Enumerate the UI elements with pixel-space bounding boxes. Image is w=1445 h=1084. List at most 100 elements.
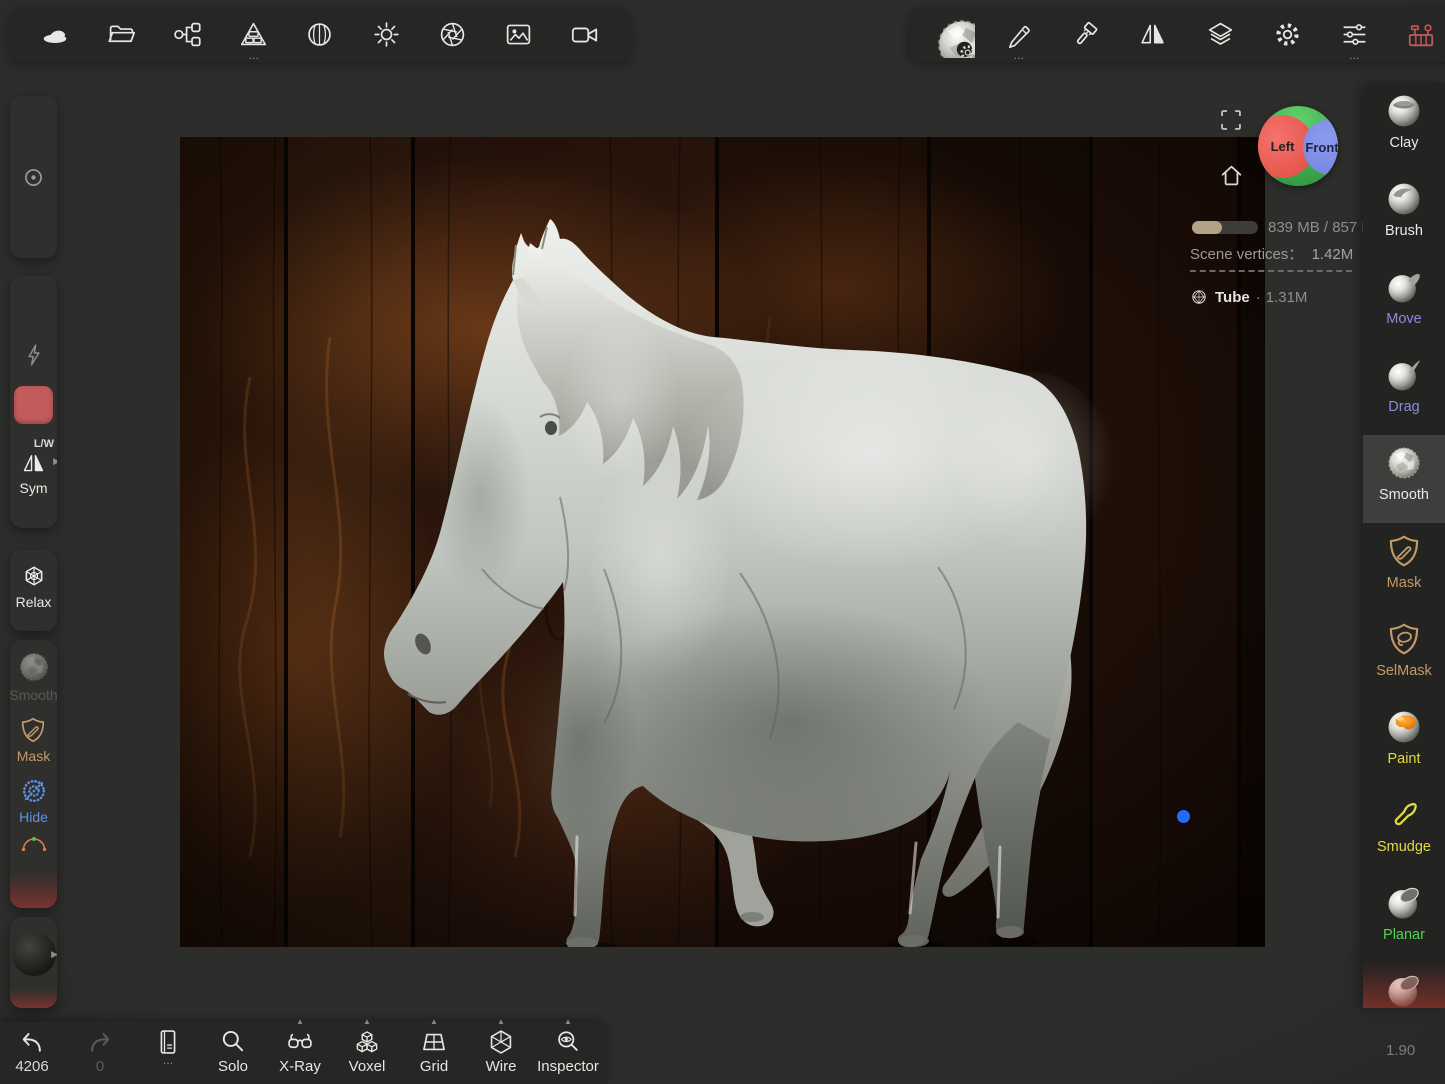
inspector-button[interactable]: ▲ Inspector bbox=[536, 1028, 600, 1075]
orientation-gizmo[interactable]: Left Front bbox=[1258, 106, 1338, 186]
gizmo-front-label: Front bbox=[1305, 140, 1338, 155]
nomad-logo-button[interactable] bbox=[32, 12, 78, 58]
material-button[interactable] bbox=[297, 12, 343, 58]
planar-sphere-icon bbox=[1385, 884, 1423, 922]
relax-tool-panel[interactable]: Relax bbox=[10, 550, 57, 631]
voxel-button[interactable]: ▲ Voxel bbox=[335, 1028, 399, 1075]
object-name: Tube bbox=[1215, 289, 1250, 306]
tool-drag-label: Drag bbox=[1388, 399, 1419, 415]
sliders-icon bbox=[1340, 20, 1369, 49]
history-button[interactable]: … bbox=[136, 1028, 200, 1066]
tool-smooth[interactable]: Smooth bbox=[1363, 435, 1445, 523]
camera-aperture-icon bbox=[438, 20, 467, 49]
tool-paint[interactable]: Paint bbox=[1363, 699, 1445, 787]
quick-mask-label: Mask bbox=[17, 748, 50, 764]
object-vertex-count: 1.31M bbox=[1266, 289, 1308, 306]
material-preview-panel[interactable]: ▶ bbox=[10, 917, 57, 1008]
gizmo-left-label: Left bbox=[1271, 139, 1295, 154]
painting-button[interactable] bbox=[1063, 12, 1109, 58]
wire-button[interactable]: ▲ Wire bbox=[469, 1028, 533, 1075]
gizmo-tool-button-partial[interactable] bbox=[14, 833, 54, 851]
horse-model bbox=[180, 137, 1265, 947]
scene-vertices-value: 1.42M bbox=[1312, 246, 1354, 263]
undo-icon bbox=[18, 1028, 46, 1056]
quick-mask-button[interactable]: Mask bbox=[17, 715, 50, 764]
xray-label: X-Ray bbox=[279, 1058, 321, 1075]
stroke-settings-button[interactable]: … bbox=[996, 12, 1042, 58]
more-dots: … bbox=[248, 52, 259, 60]
material-sphere-preview[interactable] bbox=[12, 932, 56, 976]
tool-selmask[interactable]: SelMask bbox=[1363, 611, 1445, 699]
object-row-tube[interactable]: Tube · 1.31M bbox=[1190, 288, 1307, 306]
main-toolbar-left: … bbox=[8, 7, 632, 62]
tool-planar-label: Planar bbox=[1383, 927, 1425, 943]
quick-smooth-label: Smooth bbox=[10, 687, 57, 703]
active-tool-preview-button[interactable] bbox=[929, 12, 975, 58]
intensity-bolt-icon bbox=[21, 342, 47, 368]
sym-label: Sym bbox=[10, 480, 57, 496]
sculpt-viewport-canvas[interactable] bbox=[180, 137, 1265, 947]
topology-button[interactable]: … bbox=[231, 12, 277, 58]
notebook-icon bbox=[154, 1028, 182, 1056]
bottom-toolbar: 4206 0 … Solo ▲ X-Ray ▲ Voxel ▲ Grid bbox=[0, 1022, 608, 1084]
background-button[interactable] bbox=[496, 12, 542, 58]
tool-move[interactable]: Move bbox=[1363, 259, 1445, 347]
caret-up-icon: ▲ bbox=[363, 1017, 371, 1026]
hide-dots-icon bbox=[19, 776, 49, 806]
redo-button[interactable]: 0 bbox=[68, 1028, 132, 1075]
grid-button[interactable]: ▲ Grid bbox=[402, 1028, 466, 1075]
redo-icon bbox=[86, 1028, 114, 1056]
xray-glasses-icon bbox=[286, 1028, 314, 1056]
postprocess-button[interactable] bbox=[429, 12, 475, 58]
tool-paint-label: Paint bbox=[1387, 751, 1420, 767]
zoom-level-indicator: 1.90 bbox=[1386, 1042, 1415, 1059]
camera-button[interactable] bbox=[562, 12, 608, 58]
material-expand-arrow[interactable]: ▶ bbox=[51, 949, 57, 960]
quick-hide-label: Hide bbox=[19, 809, 49, 825]
radius-slider-panel[interactable] bbox=[10, 96, 57, 258]
tool-mask-label: Mask bbox=[1387, 575, 1422, 591]
gear-icon bbox=[1273, 20, 1302, 49]
more-dots: … bbox=[163, 1056, 174, 1066]
xray-button[interactable]: ▲ X-Ray bbox=[268, 1028, 332, 1075]
debug-toolbox-button[interactable] bbox=[1398, 12, 1444, 58]
interface-button[interactable]: … bbox=[1331, 12, 1377, 58]
symmetry-group[interactable]: L/W ▶ Sym bbox=[10, 438, 57, 496]
tool-brush[interactable]: Brush bbox=[1363, 171, 1445, 259]
tool-move-label: Move bbox=[1386, 311, 1421, 327]
background-image-icon bbox=[504, 20, 533, 49]
tool-brush-label: Brush bbox=[1385, 223, 1423, 239]
home-view-button[interactable] bbox=[1218, 162, 1245, 189]
files-button[interactable] bbox=[98, 12, 144, 58]
settings-button[interactable] bbox=[1264, 12, 1310, 58]
quick-hide-button[interactable]: Hide bbox=[19, 776, 49, 825]
tool-clay[interactable]: Clay bbox=[1363, 83, 1445, 171]
toolbox-icon bbox=[1406, 20, 1436, 50]
layers-button[interactable] bbox=[1197, 12, 1243, 58]
inspector-label: Inspector bbox=[537, 1058, 599, 1075]
tool-partial-next[interactable] bbox=[1363, 963, 1445, 1008]
quick-smooth-button[interactable]: Smooth bbox=[10, 650, 57, 703]
smooth-rock-icon bbox=[1385, 444, 1423, 482]
sym-expand-arrow[interactable]: ▶ bbox=[53, 456, 57, 467]
solo-button[interactable]: Solo bbox=[201, 1028, 265, 1075]
fullscreen-button[interactable] bbox=[1218, 107, 1244, 133]
tool-mask[interactable]: Mask bbox=[1363, 523, 1445, 611]
material-sphere-icon bbox=[305, 20, 334, 49]
symmetry-button[interactable] bbox=[1130, 12, 1176, 58]
tool-planar[interactable]: Planar bbox=[1363, 875, 1445, 963]
drag-sphere-icon bbox=[1385, 356, 1423, 394]
topology-icon bbox=[239, 20, 268, 49]
tool-smudge[interactable]: Smudge bbox=[1363, 787, 1445, 875]
scene-graph-button[interactable] bbox=[165, 12, 211, 58]
falloff-swatch-button[interactable] bbox=[14, 386, 53, 424]
pencil-icon bbox=[1005, 21, 1033, 49]
magnifier-icon bbox=[219, 1028, 247, 1056]
quick-tools-panel: Smooth Mask Hide bbox=[10, 640, 57, 908]
intensity-slider-panel[interactable]: L/W ▶ Sym bbox=[10, 276, 57, 528]
tool-selmask-label: SelMask bbox=[1376, 663, 1432, 679]
tool-drag[interactable]: Drag bbox=[1363, 347, 1445, 435]
undo-button[interactable]: 4206 bbox=[0, 1028, 64, 1075]
nomad-logo-icon bbox=[40, 20, 70, 50]
lighting-button[interactable] bbox=[363, 12, 409, 58]
